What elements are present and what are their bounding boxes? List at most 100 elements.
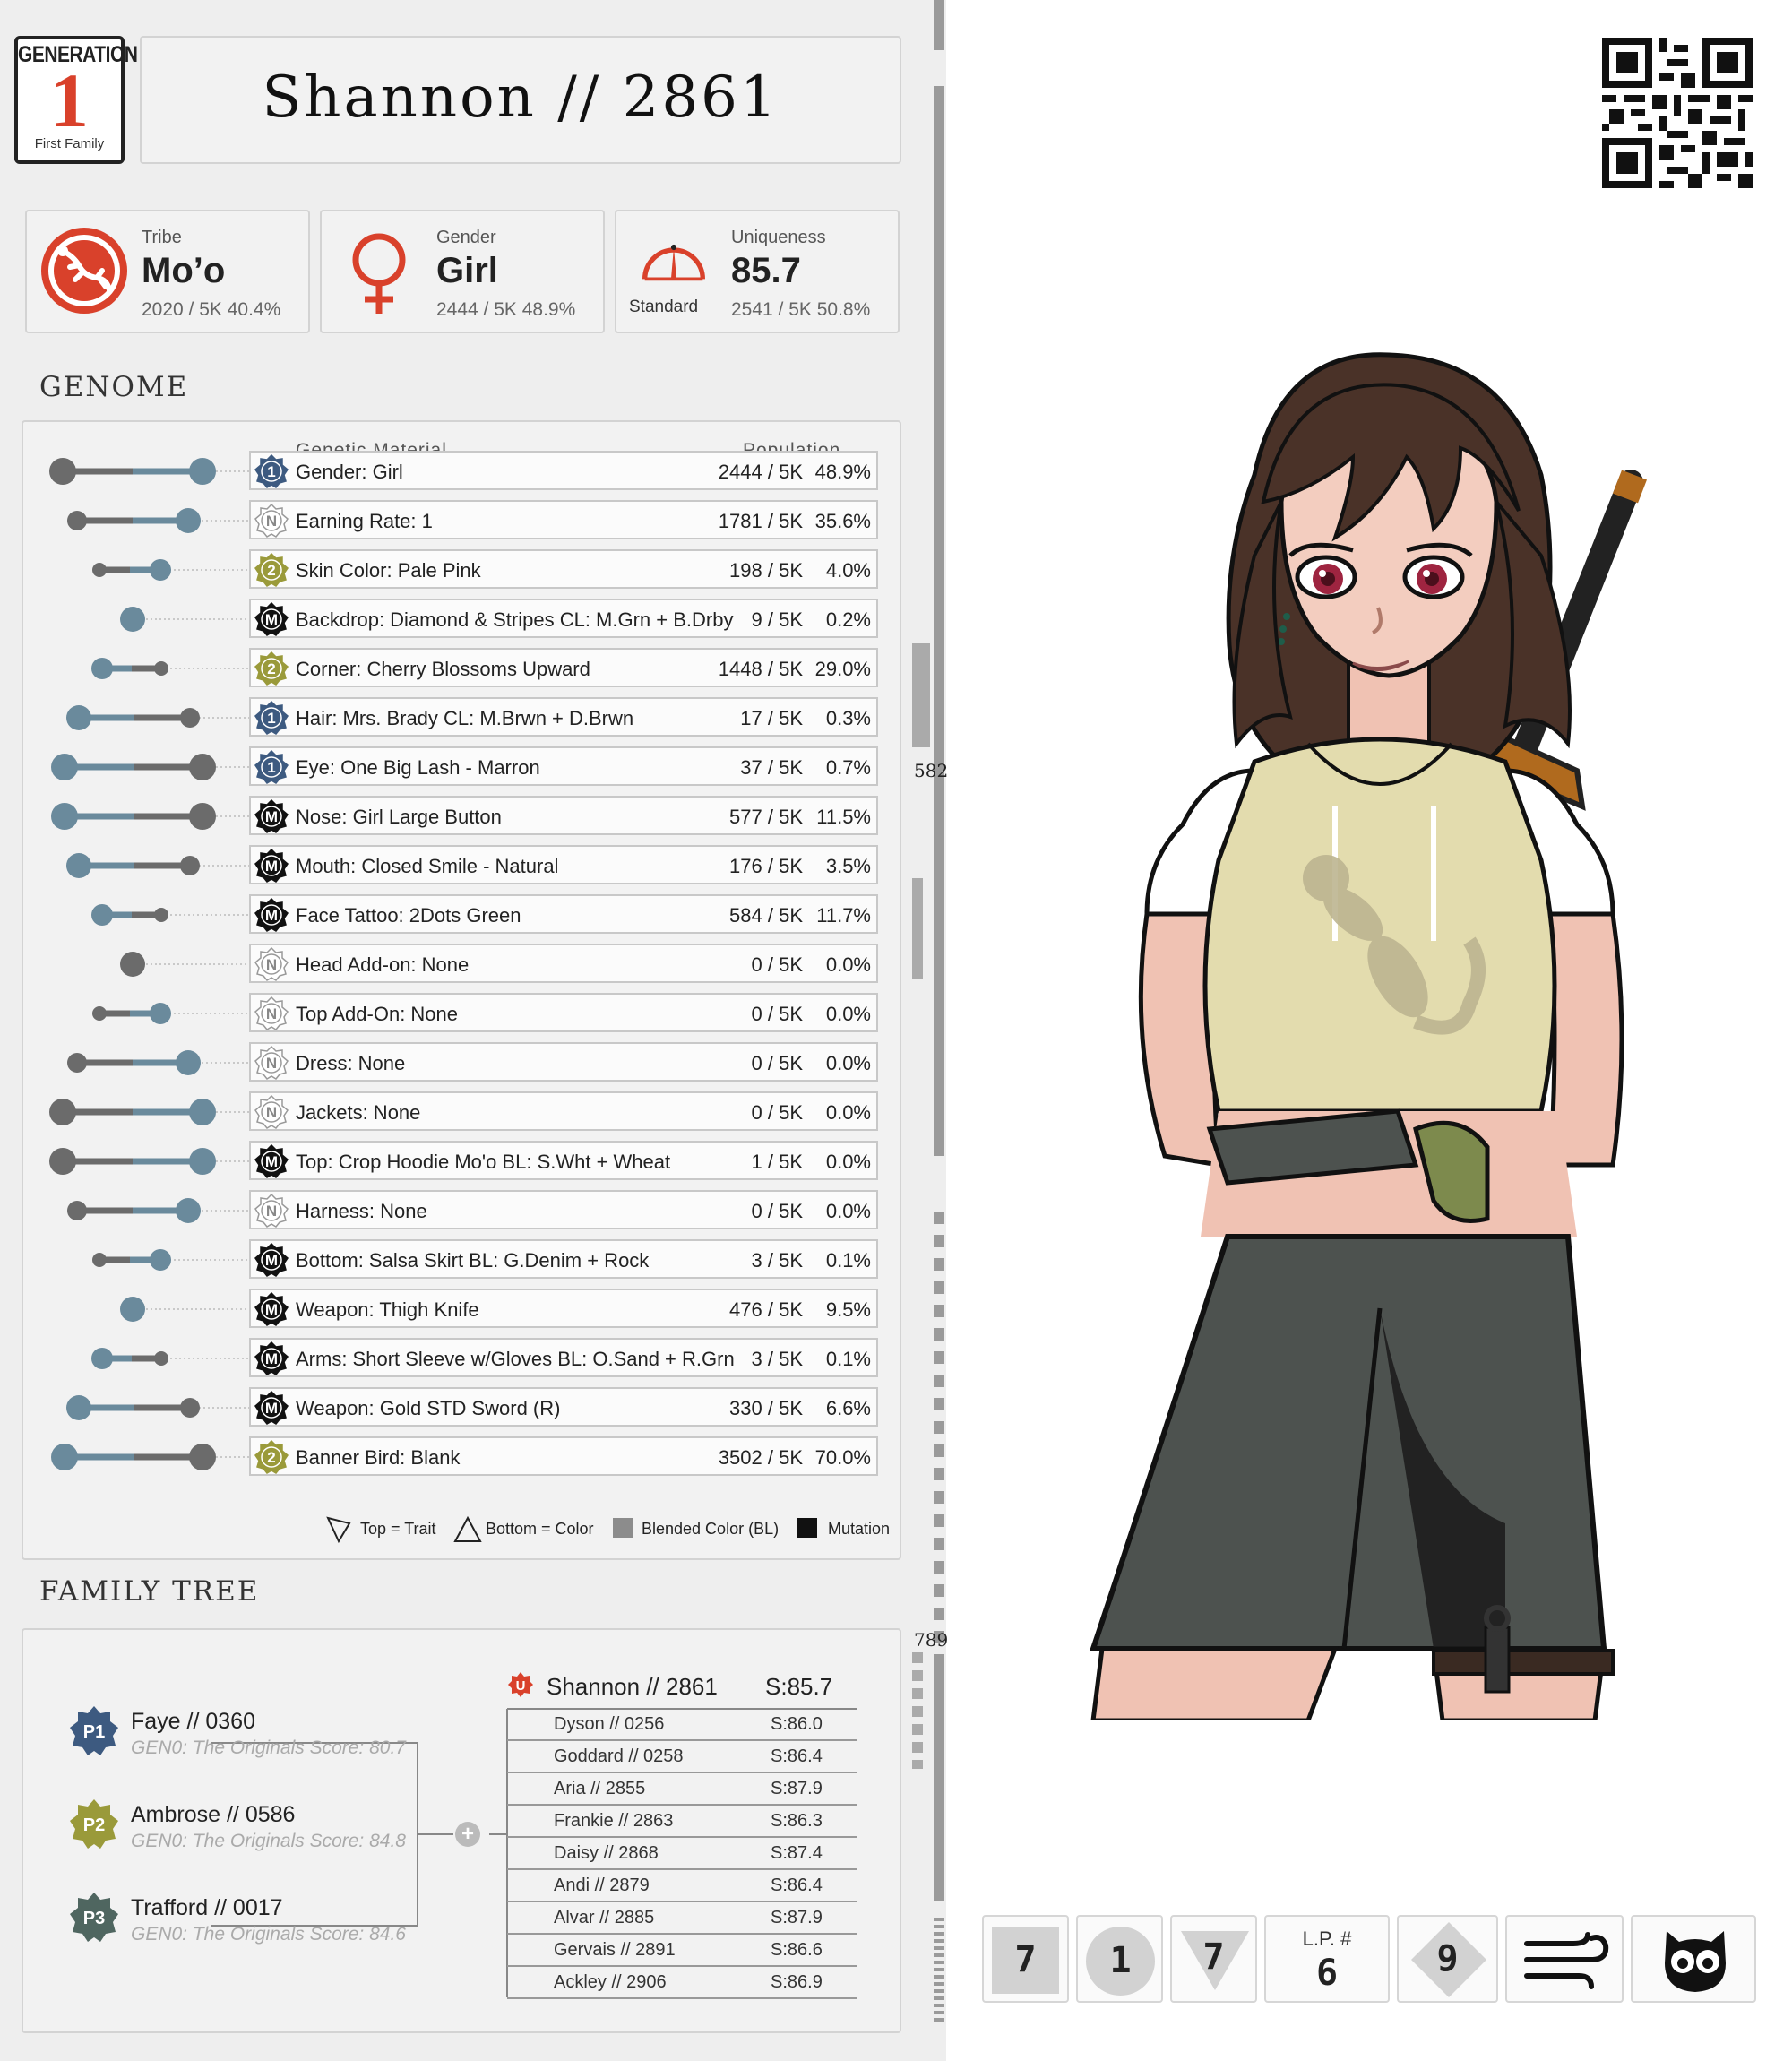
svg-text:M: M	[265, 858, 278, 875]
gene-badge-icon: M	[254, 849, 289, 883]
sibling-row[interactable]: Aria // 2855 S:87.9	[507, 1773, 857, 1806]
gene-count: 3502 / 5K	[718, 1446, 803, 1469]
gene-box: M Backdrop: Diamond & Stripes CL: M.Grn +…	[249, 599, 878, 638]
gene-name: Bottom: Salsa Skirt BL: G.Denim + Rock	[296, 1249, 650, 1272]
sibling-score: S:86.4	[771, 1876, 823, 1895]
gene-box: N Harness: None 0 / 5K 0.0%	[249, 1190, 878, 1229]
sibling-name: Dyson // 0256	[554, 1714, 665, 1734]
sibling-row[interactable]: Gervais // 2891 S:86.6	[507, 1935, 857, 1967]
sibling-row[interactable]: Frankie // 2863 S:86.3	[507, 1806, 857, 1838]
gene-box: 1 Gender: Girl 2444 / 5K 48.9%	[249, 451, 878, 490]
gene-name: Dress: None	[296, 1052, 406, 1074]
gene-name: Harness: None	[296, 1200, 427, 1222]
gene-count: 176 / 5K	[729, 855, 803, 877]
gene-row: N Harness: None 0 / 5K 0.0%	[23, 1186, 901, 1235]
gene-percent: 4.0%	[825, 559, 871, 582]
mutation-legend-swatch	[797, 1518, 817, 1538]
svg-text:2: 2	[267, 660, 275, 677]
svg-text:2: 2	[267, 562, 275, 579]
sibling-score: S:86.4	[771, 1746, 823, 1766]
lp-label: L.P. #	[1302, 1927, 1352, 1950]
gecko-tribe-icon	[41, 228, 127, 314]
gene-name: Arms: Short Sleeve w/Gloves BL: O.Sand +…	[296, 1348, 735, 1370]
parent-score: GEN0: The Originals Score: 80.7	[131, 1738, 406, 1758]
gender-population: 2444 / 5K 48.9%	[436, 299, 576, 320]
sibling-name: Ackley // 2906	[554, 1972, 667, 1992]
gene-badge-icon: M	[254, 1391, 289, 1425]
gene-badge-icon: 2	[254, 553, 289, 587]
svg-text:1: 1	[267, 759, 275, 776]
gene-percent: 0.1%	[825, 1348, 871, 1370]
gene-badge-icon: M	[254, 898, 289, 932]
gene-dumbbell-icon	[92, 1249, 253, 1271]
sibling-row[interactable]: Alvar // 2885 S:87.9	[507, 1902, 857, 1935]
barcode-label-bottom: 789	[914, 1629, 949, 1651]
barcode-mark-bottom	[912, 1652, 923, 1769]
owl-card	[1631, 1915, 1756, 2003]
parent-name[interactable]: Ambrose // 0586	[131, 1802, 295, 1828]
stat-diamond-value: 9	[1436, 1938, 1459, 1979]
svg-text:M: M	[265, 611, 278, 628]
gene-dumbbell-icon	[67, 1198, 253, 1223]
gene-dumbbell-icon	[66, 705, 253, 730]
gene-badge-icon: 2	[254, 651, 289, 686]
gene-box: M Weapon: Gold STD Sword (R) 330 / 5K 6.6%	[249, 1387, 878, 1427]
barcode-label-top: 582	[914, 760, 949, 781]
gene-count: 17 / 5K	[740, 707, 803, 729]
gene-dumbbell-icon	[91, 1348, 253, 1369]
svg-text:M: M	[265, 1400, 278, 1417]
gene-count: 0 / 5K	[751, 1200, 803, 1222]
sibling-row[interactable]: Goddard // 0258 S:86.4	[507, 1741, 857, 1773]
gene-row: M Weapon: Thigh Knife 476 / 5K 9.5%	[23, 1284, 901, 1333]
gene-dumbbell-icon	[120, 1297, 253, 1322]
plus-icon: +	[455, 1822, 480, 1847]
blended-legend-swatch	[613, 1518, 633, 1538]
gene-percent: 48.9%	[814, 461, 871, 483]
qr-code[interactable]	[1602, 38, 1753, 188]
gene-name: Gender: Girl	[296, 461, 403, 483]
sibling-row[interactable]: Dyson // 0256 S:86.0	[507, 1709, 857, 1741]
svg-text:M: M	[265, 808, 278, 825]
wind-icon	[1524, 1932, 1609, 1989]
character-illustration	[1089, 352, 1648, 1720]
sibling-row[interactable]: Andi // 2879 S:86.4	[507, 1870, 857, 1902]
parent-score: GEN0: The Originals Score: 84.8	[131, 1831, 406, 1851]
generation-number: 1	[50, 57, 89, 143]
svg-text:U: U	[516, 1678, 526, 1694]
family-tree-title: FAMILY TREE	[39, 1575, 260, 1608]
gene-count: 3 / 5K	[751, 1249, 803, 1272]
tribe-card: Tribe Mo’o 2020 / 5K 40.4%	[25, 210, 310, 333]
gene-row: M Weapon: Gold STD Sword (R) 330 / 5K 6.6%	[23, 1383, 901, 1432]
gene-dumbbell-icon	[66, 1395, 253, 1420]
parent-name[interactable]: Trafford // 0017	[131, 1895, 283, 1921]
parent-score: GEN0: The Originals Score: 84.6	[131, 1924, 406, 1945]
gene-dumbbell-icon	[67, 508, 253, 533]
parent-name[interactable]: Faye // 0360	[131, 1709, 255, 1735]
gene-dumbbell-icon	[120, 952, 253, 977]
sibling-name: Alvar // 2885	[554, 1908, 655, 1927]
self-score: S:85.7	[765, 1673, 833, 1700]
svg-text:N: N	[266, 1005, 277, 1022]
gene-row: N Dress: None 0 / 5K 0.0%	[23, 1038, 901, 1087]
gene-row: M Nose: Girl Large Button 577 / 5K 11.5%	[23, 791, 901, 841]
gene-percent: 70.0%	[814, 1446, 871, 1469]
gene-percent: 3.5%	[825, 855, 871, 877]
self-badge: U	[507, 1671, 534, 1698]
sibling-row[interactable]: Daisy // 2868 S:87.4	[507, 1838, 857, 1870]
uniqueness-badge-icon: U	[508, 1672, 533, 1697]
sibling-score: S:87.4	[771, 1843, 823, 1863]
gene-badge-icon: N	[254, 947, 289, 981]
gene-row: 2 Skin Color: Pale Pink 198 / 5K 4.0%	[23, 545, 901, 594]
sibling-name: Andi // 2879	[554, 1876, 650, 1895]
svg-text:1: 1	[267, 463, 275, 480]
gene-box: 1 Eye: One Big Lash - Marron 37 / 5K 0.7%	[249, 746, 878, 786]
gene-box: M Bottom: Salsa Skirt BL: G.Denim + Rock 3…	[249, 1239, 878, 1279]
self-name: Shannon // 2861	[547, 1673, 718, 1700]
svg-text:2: 2	[267, 1449, 275, 1466]
gene-dumbbell-icon	[49, 1099, 253, 1125]
gene-badge-icon: 1	[254, 750, 289, 784]
gene-count: 9 / 5K	[751, 608, 803, 631]
sibling-score: S:86.3	[771, 1811, 823, 1831]
page-title: Shannon // 2861	[262, 65, 780, 131]
sibling-row[interactable]: Ackley // 2906 S:86.9	[507, 1967, 857, 1999]
